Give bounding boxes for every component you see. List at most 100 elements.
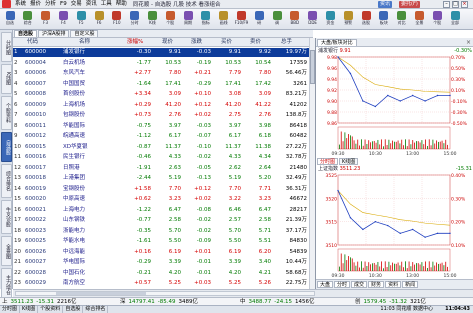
toolbar-button[interactable]: 周期 [181, 10, 195, 29]
menu-quotes[interactable]: 报价 [28, 0, 43, 8]
tab-watchlist[interactable]: 自选股 [14, 30, 38, 37]
toolbar-button[interactable]: K线 [145, 10, 159, 29]
table-row[interactable]: 14 600019 宝钢股份 +1.58 7.70 +0.12 7.70 7.71 36.31万 [13, 185, 309, 194]
toolbar-button[interactable]: 预警 [341, 10, 355, 29]
close-button[interactable]: × [461, 1, 468, 8]
table-row[interactable]: 21 600027 华电国际 -0.29 3.39 -0.01 3.39 3.40 10.44万 [13, 258, 309, 267]
toolbar-button[interactable]: F10/F9 [234, 10, 248, 29]
toolbar-button[interactable]: F4 [56, 10, 70, 29]
table-row[interactable]: 16 600021 上海电力 -1.22 6.47 -0.08 6.46 6.47 28217 [13, 206, 309, 215]
data-point [387, 94, 389, 97]
panel-bottom-tab[interactable]: 资料 [385, 281, 402, 288]
col-code[interactable]: 代码 [27, 38, 38, 47]
toolbar-button[interactable]: 资金 [323, 10, 337, 29]
index-line-chart[interactable]: 35253520351535100.40%0.30%0.20%0.10%09:3… [316, 173, 473, 279]
col-name[interactable]: 名称 [79, 38, 90, 47]
tab-kline[interactable]: K线图 [339, 157, 359, 165]
toolbar-button[interactable]: F10 [110, 10, 124, 29]
col-volume[interactable]: 总手 [281, 38, 292, 47]
table-row[interactable]: 7 600010 包钢股份 +0.73 2.76 +0.02 2.75 2.76 138.8万 [13, 111, 309, 120]
table-row[interactable]: 3 600006 东风汽车 +2.77 7.80 +0.21 7.79 7.80 56.46万 [13, 69, 309, 78]
panel-bottom-tab[interactable]: 新闻 [402, 281, 419, 288]
order-tab[interactable]: 委托(F) [399, 1, 420, 8]
left-nav-tab[interactable]: 综合排名 [1, 164, 12, 198]
tab-a-shares[interactable]: 沪深A股排 [38, 30, 70, 37]
toolbar-button[interactable]: 分时 [128, 10, 142, 29]
toolbar-button[interactable]: 自选 [3, 10, 17, 29]
toolbar-button[interactable]: 对比 [395, 10, 409, 29]
maximize-button[interactable]: □ [452, 1, 459, 8]
toolbar-button[interactable]: F6 [92, 10, 106, 29]
table-row[interactable]: 19 600025 华能水电 -1.61 5.50 -0.09 5.50 5.51 84830 [13, 237, 309, 246]
table-row[interactable]: 17 600022 山东钢铁 -0.77 2.58 -0.02 2.57 2.58 21.39万 [13, 216, 309, 225]
toolbar-button[interactable]: 调 [270, 10, 284, 29]
panel-bottom-tab[interactable]: 成交 [351, 281, 368, 288]
table-row[interactable]: 8 600011 华能国际 -0.75 3.97 -0.03 3.97 3.98 86418 [13, 122, 309, 131]
horizontal-scrollbar[interactable] [15, 291, 315, 296]
menu-trade[interactable]: 交易 [69, 0, 84, 8]
toolbar-button[interactable]: 画线 [217, 10, 231, 29]
toolbar-button[interactable]: F3 [39, 10, 53, 29]
left-nav-tab[interactable]: K线图 [1, 64, 12, 94]
status-item[interactable]: 综合排名 [83, 306, 109, 313]
status-item[interactable]: K线图 [20, 306, 39, 313]
left-nav-tab[interactable]: 分时图 [1, 32, 12, 62]
menu-analysis[interactable]: 分析 [43, 0, 58, 8]
table-row[interactable]: 12 600017 日照港 -1.91 2.63 -0.05 2.62 2.64 21480 [13, 164, 309, 173]
left-nav-tab[interactable]: 自选股 [1, 132, 12, 162]
toolbar-button[interactable]: DDE [306, 10, 320, 29]
tab-intraday[interactable]: 分时图 [317, 157, 339, 165]
toolbar-button[interactable]: F5 [74, 10, 88, 29]
toolbar-button[interactable]: BBD [288, 10, 302, 29]
table-row[interactable]: 10 600015 XD华夏银 -0.87 11.37 -0.10 11.37 11.38 27… [13, 143, 309, 152]
col-ask[interactable]: 卖价 [250, 38, 261, 47]
status-item[interactable]: 个股资料 [38, 306, 64, 313]
close-icon[interactable]: × [466, 39, 471, 46]
table-row[interactable]: 13 600018 上港集团 -2.44 5.19 -0.13 5.19 5.20 32.49万 [13, 174, 309, 183]
table-row[interactable]: 9 600012 皖通高速 -1.12 6.17 -0.07 6.17 6.18 60482 [13, 132, 309, 141]
news-tab[interactable]: 资讯 [378, 1, 393, 8]
panel-bottom-tab[interactable]: 分时 [334, 281, 351, 288]
menu-tools[interactable]: 工具 [99, 0, 114, 8]
table-row[interactable]: 18 600023 浙能电力 -0.35 5.70 -0.02 5.70 5.71 37.17万 [13, 227, 309, 236]
toolbar-button[interactable]: 个股 [163, 10, 177, 29]
toolbar-button[interactable]: 全景 [412, 10, 426, 29]
status-item[interactable]: 分时图 [0, 306, 21, 313]
toolbar-button[interactable]: 研 [252, 10, 266, 29]
table-row[interactable]: 5 600008 首创股份 +3.34 3.09 +0.10 3.08 3.09 83.21万 [13, 90, 309, 99]
toolbar-button[interactable]: 个股 [430, 10, 444, 29]
col-change[interactable]: 涨跌 [191, 38, 202, 47]
menu-system[interactable]: 系统 [13, 0, 28, 8]
table-row[interactable]: 15 600020 中原高速 +0.62 3.23 +0.02 3.22 3.23 46672 [13, 195, 309, 204]
toolbar-button[interactable]: 全部 [448, 10, 462, 29]
toolbar-button[interactable]: 选股 [359, 10, 373, 29]
left-nav-tab[interactable]: 牛叉诊股 [1, 200, 12, 234]
table-row[interactable]: 6 600009 上海机场 +0.29 41.20 +0.12 41.20 41.22 4120… [13, 101, 309, 110]
horizontal-scroll-thumb[interactable] [56, 292, 146, 295]
tab-custom[interactable]: 自定义股 [70, 30, 99, 37]
table-row[interactable]: 23 600029 南方航空 +0.57 5.25 +0.03 5.25 5.26 22.75万 [13, 279, 309, 288]
toolbar-button[interactable]: 板块 [377, 10, 391, 29]
col-price[interactable]: 现价 [162, 38, 173, 47]
table-row[interactable]: 4 600007 中国国贸 -1.64 17.41 -0.29 17.41 17.42 3261 [13, 80, 309, 89]
table-row[interactable]: 20 600026 中远海能 +0.16 6.19 +0.01 6.19 6.20 54839 [13, 248, 309, 257]
status-item[interactable]: 自选股 [63, 306, 84, 313]
left-nav-tab[interactable]: 个股资料 [1, 96, 12, 130]
left-nav-tab[interactable]: 全景图 [1, 236, 12, 266]
col-bid[interactable]: 买价 [221, 38, 232, 47]
table-row[interactable]: 1 600000 浦发银行 -0.30 9.91 -0.03 9.91 9.92 19.97万 [13, 48, 309, 57]
menu-news[interactable]: 资讯 [84, 0, 99, 8]
panel-bottom-tab[interactable]: 财务 [368, 281, 385, 288]
panel-bottom-tab[interactable]: 大盘 [317, 281, 334, 288]
menu-help[interactable]: 帮助 [114, 0, 129, 8]
toolbar-button[interactable]: 综合 [21, 10, 35, 29]
stock-line-chart[interactable]: 9.98 9.96 9.94 9.92 9.90 9.88 9.86 0.70% 0.50% 0.… [316, 55, 473, 157]
tab-market-compare[interactable]: 大盘/板块对比 [317, 39, 357, 46]
minimize-button[interactable]: – [443, 1, 450, 8]
menu-f9[interactable]: F9 [58, 0, 69, 8]
col-pct[interactable]: 涨幅% [127, 38, 143, 47]
table-row[interactable]: 11 600016 民生银行 -0.46 4.33 -0.02 4.33 4.34 32.78万 [13, 153, 309, 162]
table-row[interactable]: 22 600028 中国石化 -0.21 4.20 -0.01 4.20 4.21 58.68万 [13, 269, 309, 278]
table-row[interactable]: 2 600004 白云机场 -1.77 10.53 -0.19 10.53 10.54 1735… [13, 59, 309, 68]
toolbar-button[interactable]: 指标 [199, 10, 213, 29]
